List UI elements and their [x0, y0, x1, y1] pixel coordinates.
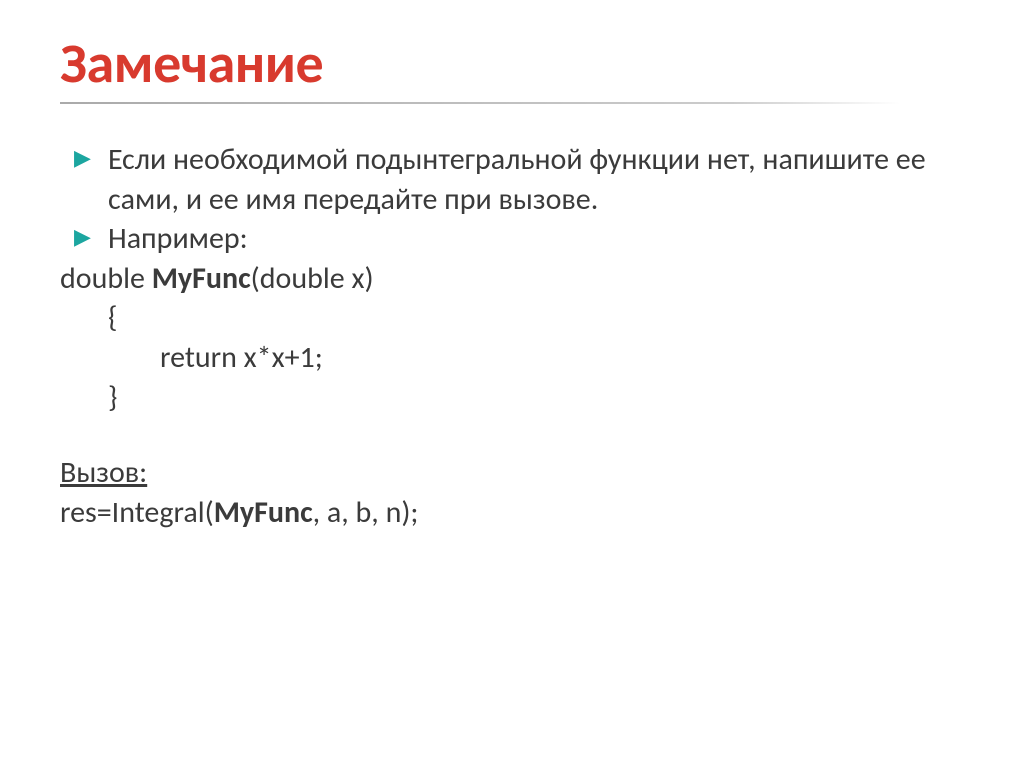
code-line-1: double MyFunc(double x) — [60, 259, 974, 299]
bullet-2-text: Например: — [108, 219, 974, 259]
code-line-3: return x*x+1; — [60, 338, 974, 378]
spacer — [60, 417, 974, 453]
code-func-name: MyFunc — [152, 260, 251, 297]
bullet-1-text: Если необходимой подынтегральной функции… — [108, 140, 974, 219]
bullet-item-2: ▶ Например: — [60, 219, 974, 259]
code-line-2: { — [60, 298, 974, 338]
code-text: double — [60, 260, 152, 297]
call-func-name: MyFunc — [214, 494, 313, 531]
code-line-4: } — [60, 378, 974, 418]
slide-title: Замечание — [60, 30, 974, 98]
call-text: , a, b, n); — [313, 494, 419, 531]
bullet-item-1: ▶ Если необходимой подынтегральной функц… — [60, 140, 974, 219]
call-text: res=Integral( — [60, 494, 214, 531]
bullet-icon: ▶ — [60, 219, 108, 255]
bullet-icon: ▶ — [60, 140, 108, 176]
code-text: (double x) — [251, 260, 374, 297]
title-underline — [60, 102, 900, 104]
call-label: Вызов: — [60, 453, 974, 493]
slide: Замечание ▶ Если необходимой подынтеграл… — [0, 0, 1024, 767]
call-line: res=Integral(MyFunc, a, b, n); — [60, 493, 974, 533]
